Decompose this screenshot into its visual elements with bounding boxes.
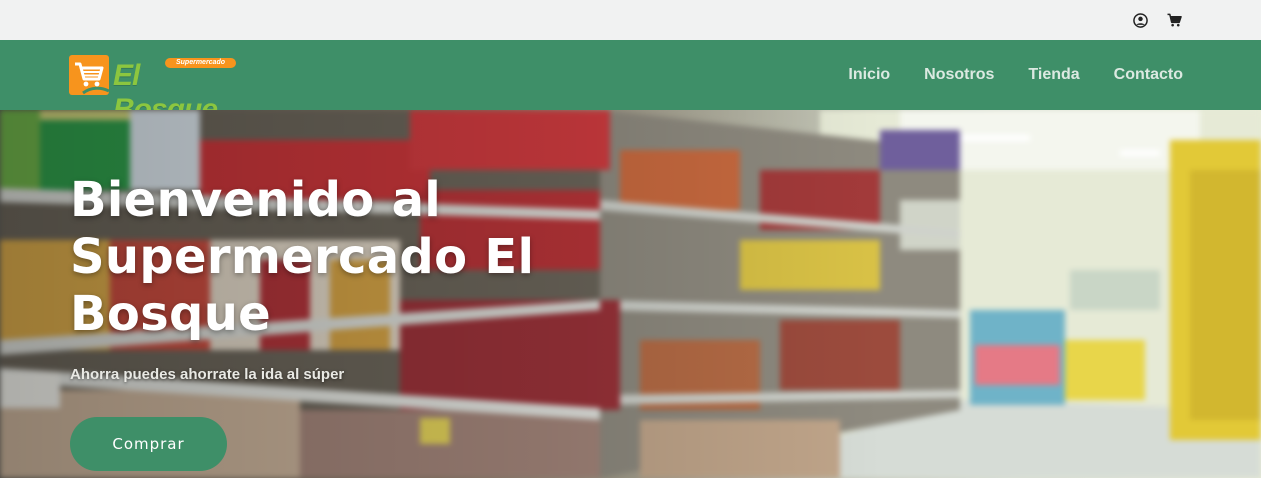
main-navbar: Supermercado El Bosque Inicio Nosotros T… — [0, 40, 1261, 126]
hero-subtitle: Ahorra puedes ahorrate la ida al súper — [70, 366, 345, 383]
hero-banner: Bienvenido al Supermercado El Bosque Aho… — [0, 110, 1261, 478]
main-nav: Inicio Nosotros Tienda Contacto — [848, 40, 1183, 110]
nav-link-contacto[interactable]: Contacto — [1114, 66, 1183, 84]
nav-link-inicio[interactable]: Inicio — [848, 66, 890, 84]
hero-title: Bienvenido al Supermercado El Bosque — [70, 172, 535, 342]
user-icon[interactable] — [1131, 11, 1149, 29]
nav-link-tienda[interactable]: Tienda — [1028, 66, 1079, 84]
buy-button[interactable]: Comprar — [70, 417, 227, 471]
logo-cart-icon — [69, 55, 110, 95]
nav-link-nosotros[interactable]: Nosotros — [924, 66, 994, 84]
top-utility-bar — [0, 0, 1261, 40]
site-logo[interactable]: Supermercado El Bosque — [69, 54, 239, 126]
cart-icon[interactable] — [1165, 11, 1183, 29]
